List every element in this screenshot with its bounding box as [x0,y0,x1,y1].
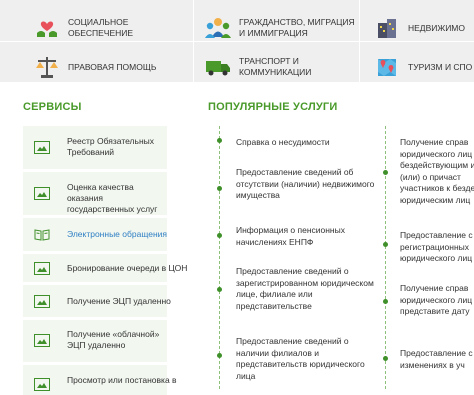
category-label: Транспорт и коммуникации [239,56,312,77]
service-item[interactable]: Реестр Обязательных Требований [23,126,167,169]
category-transport[interactable]: Транспорт и коммуникации [203,52,339,82]
popular-service-link[interactable]: Предоставление с регистрационных юридиче… [400,230,474,265]
services-heading: Сервисы [23,101,82,113]
document-image-icon [34,295,50,308]
timeline-line [385,126,387,389]
service-item[interactable]: Просмотр или постановка в [23,365,177,395]
service-item[interactable]: Получение ЭЦП удаленно [23,285,171,317]
service-label: Бронирование очереди в ЦОН [67,263,188,273]
service-label[interactable]: Электронные обращения [67,229,177,240]
truck-icon [203,52,233,82]
map-pins-icon [372,52,402,82]
category-social-security[interactable]: Социальное обеспечение [32,13,158,43]
popular-service-link[interactable]: Предоставление с изменениях в уч [400,348,474,371]
heart-hands-icon [32,13,62,43]
popular-service-link[interactable]: Предоставление сведений о наличии филиал… [236,336,376,382]
timeline-dot [217,287,222,292]
document-image-icon [34,262,50,275]
document-image-icon [34,334,50,347]
open-book-icon [34,229,50,241]
services-list: Реестр Обязательных Требований Оценка ка… [23,126,188,395]
document-image-icon [34,378,50,391]
timeline-dot [217,233,222,238]
timeline-dot [383,299,388,304]
category-label: Гражданство, миграция и иммиграция [239,17,355,38]
popular-service-link[interactable]: Информация о пенсионных начислениях ЕНПФ [236,225,376,248]
service-item[interactable]: Получение «облачной» ЭЦП удаленно [23,320,167,362]
popular-service-link[interactable]: Справка о несудимости [236,137,376,149]
category-legal-aid[interactable]: Правовая помощь [32,52,178,82]
service-label: Оценка качества оказания государственных… [67,182,158,214]
popular-service-link[interactable]: Получение справ юридического лиц бездейс… [400,137,474,207]
service-label: Получение ЭЦП удаленно [67,296,171,306]
timeline-dot [383,242,388,247]
category-citizenship[interactable]: Гражданство, миграция и иммиграция [203,13,359,43]
timeline-dot [217,353,222,358]
popular-service-link[interactable]: Предоставление сведений о зарегистрирова… [236,266,376,312]
timeline-line [219,126,221,389]
timeline-dot [383,170,388,175]
service-item-active[interactable]: Электронные обращения [23,218,167,251]
document-image-icon [34,141,50,154]
popular-service-link[interactable]: Получение справ юридического лиц или пре… [400,283,474,318]
timeline-dot [383,356,388,361]
buildings-icon [372,13,402,43]
service-item[interactable]: Бронирование очереди в ЦОН [23,254,188,282]
popular-services-heading: Популярные услуги [208,101,338,113]
category-label: Правовая помощь [68,61,157,72]
popular-service-link[interactable]: Предоставление сведений об отсутствии (н… [236,167,376,202]
timeline-dot [217,138,222,143]
document-image-icon [34,187,50,200]
category-label: Социальное обеспечение [68,17,134,38]
service-label: Просмотр или постановка в [67,375,177,385]
service-item[interactable]: Оценка качества оказания государственных… [23,172,167,215]
people-group-icon [203,13,233,43]
service-label: Реестр Обязательных Требований [67,136,155,157]
timeline-dot [217,186,222,191]
popular-column-2: Получение справ юридического лиц бездейс… [400,0,474,389]
scales-icon [32,52,62,82]
service-label: Получение «облачной» ЭЦП удаленно [67,329,160,350]
